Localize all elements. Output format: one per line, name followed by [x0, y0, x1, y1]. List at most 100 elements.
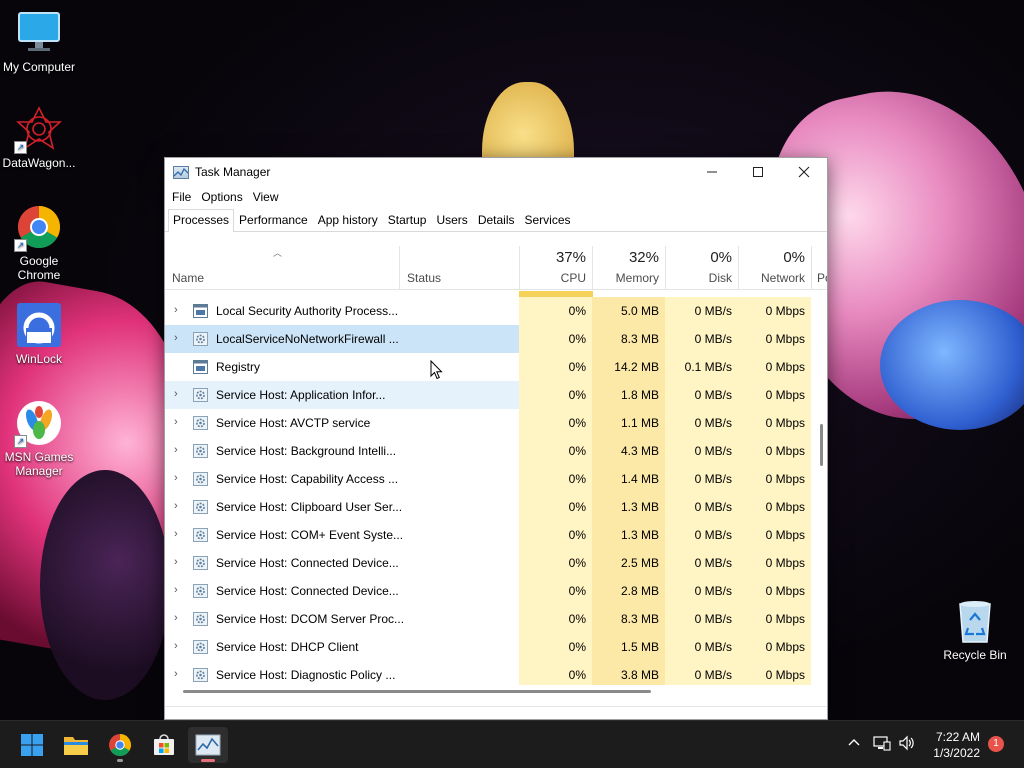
column-header-status[interactable]: Status	[399, 246, 519, 290]
table-row[interactable]: › Service Host: Capability Access ... 0%…	[165, 465, 813, 493]
chevron-right-icon[interactable]: ›	[174, 388, 178, 400]
folder-icon	[64, 737, 88, 755]
desktop-icon-recycle-bin[interactable]: Recycle Bin	[936, 598, 1014, 662]
chevron-right-icon[interactable]: ›	[174, 304, 178, 316]
tab-details[interactable]: Details	[473, 209, 520, 231]
taskbar-task-manager[interactable]	[188, 727, 228, 763]
table-row[interactable]: › Service Host: Background Intelli... 0%…	[165, 437, 813, 465]
process-list[interactable]: › Local Security Authority Process... 0%…	[165, 291, 813, 685]
memory-cell: 1.1 MB	[592, 409, 665, 437]
tab-startup[interactable]: Startup	[383, 209, 432, 231]
minimize-button[interactable]	[689, 158, 735, 186]
chevron-right-icon[interactable]: ›	[174, 640, 178, 652]
network-icon	[873, 736, 891, 751]
table-row[interactable]: › Service Host: Connected Device... 0% 2…	[165, 577, 813, 605]
start-button[interactable]	[12, 727, 52, 763]
taskbar-store[interactable]	[144, 727, 184, 763]
chevron-right-icon[interactable]: ›	[174, 668, 178, 680]
desktop-icon-my-computer[interactable]: My Computer	[0, 10, 78, 74]
table-row[interactable]: › Service Host: Clipboard User Ser... 0%…	[165, 493, 813, 521]
network-cell: 0 Mbps	[738, 353, 811, 381]
network-cell: 0 Mbps	[738, 437, 811, 465]
chevron-right-icon[interactable]: ›	[174, 416, 178, 428]
chevron-up-icon	[848, 739, 860, 746]
table-row[interactable]: › Service Host: Connected Device... 0% 2…	[165, 549, 813, 577]
process-name: Service Host: Connected Device...	[216, 584, 399, 598]
network-cell: 0 Mbps	[738, 465, 811, 493]
disk-cell: 0 MB/s	[665, 437, 738, 465]
maximize-button[interactable]	[735, 158, 781, 186]
column-header-power[interactable]: Po	[811, 246, 827, 290]
chevron-right-icon[interactable]: ›	[174, 612, 178, 624]
volume-icon	[899, 735, 914, 751]
process-name: Service Host: Capability Access ...	[216, 472, 399, 486]
volume-tray-button[interactable]	[898, 735, 916, 754]
table-row[interactable]: Registry 0% 14.2 MB 0.1 MB/s 0 Mbps	[165, 353, 813, 381]
memory-cell: 4.3 MB	[592, 437, 665, 465]
tab-users[interactable]: Users	[431, 209, 472, 231]
chevron-right-icon[interactable]: ›	[174, 528, 178, 540]
column-header-memory[interactable]: 32% Memory	[592, 246, 665, 290]
window-footer	[165, 706, 827, 719]
column-header-network[interactable]: 0% Network	[738, 246, 811, 290]
network-cell: 0 Mbps	[738, 549, 811, 577]
tab-performance[interactable]: Performance	[234, 209, 313, 231]
gear-icon	[193, 332, 208, 346]
clock-button[interactable]: 7:22 AM 1/3/2022	[933, 729, 980, 761]
chevron-right-icon[interactable]: ›	[174, 472, 178, 484]
table-row[interactable]: › Service Host: DCOM Server Proc... 0% 8…	[165, 605, 813, 633]
chevron-right-icon[interactable]: ›	[174, 556, 178, 568]
chevron-right-icon[interactable]: ›	[174, 332, 178, 344]
sort-ascending-icon: ︿	[273, 248, 283, 258]
show-hidden-icons-button[interactable]	[846, 735, 862, 754]
vertical-scrollbar[interactable]	[817, 291, 823, 685]
network-tray-button[interactable]	[873, 735, 891, 754]
vertical-scrollbar-thumb[interactable]	[820, 424, 823, 466]
gear-icon	[193, 528, 208, 542]
desktop-icon-google-chrome[interactable]: ↗ Google Chrome	[0, 204, 78, 282]
desktop-icon-winlock[interactable]: WinLock	[0, 302, 78, 366]
table-row[interactable]: › Service Host: COM+ Event Syste... 0% 1…	[165, 521, 813, 549]
table-row[interactable]: › Local Security Authority Process... 0%…	[165, 297, 813, 325]
chevron-right-icon[interactable]: ›	[174, 444, 178, 456]
chevron-right-icon[interactable]: ›	[174, 500, 178, 512]
chevron-right-icon[interactable]: ›	[174, 584, 178, 596]
memory-cell: 2.8 MB	[592, 577, 665, 605]
notification-badge[interactable]: 1	[988, 736, 1004, 752]
table-row[interactable]: › Service Host: DHCP Client 0% 1.5 MB 0 …	[165, 633, 813, 661]
menu-file[interactable]: File	[167, 190, 196, 204]
column-header-name[interactable]: ︿ Name	[165, 246, 399, 290]
task-manager-window[interactable]: Task Manager File Options View Processes…	[164, 157, 828, 720]
desktop-icon-msn-games[interactable]: ↗ MSN Games Manager	[0, 400, 78, 478]
disk-cell: 0 MB/s	[665, 577, 738, 605]
table-row[interactable]: › Service Host: AVCTP service 0% 1.1 MB …	[165, 409, 813, 437]
column-header-cpu[interactable]: 37% CPU	[519, 246, 592, 290]
desktop-icon-datawagon[interactable]: ↗ DataWagon...	[0, 106, 78, 170]
taskbar-chrome[interactable]	[100, 727, 140, 763]
tab-strip: Processes Performance App history Startu…	[165, 208, 827, 232]
menu-options[interactable]: Options	[196, 190, 247, 204]
tab-processes[interactable]: Processes	[168, 209, 235, 232]
horizontal-scrollbar-thumb[interactable]	[183, 690, 651, 693]
process-name: Service Host: Connected Device...	[216, 556, 399, 570]
tab-services[interactable]: Services	[520, 209, 576, 231]
tab-app-history[interactable]: App history	[313, 209, 383, 231]
desktop-icon-label: Google Chrome	[17, 254, 61, 282]
close-button[interactable]	[781, 158, 827, 186]
gear-icon	[193, 668, 208, 682]
disk-cell: 0 MB/s	[665, 661, 738, 685]
menu-view[interactable]: View	[248, 190, 284, 204]
title-bar[interactable]: Task Manager	[165, 158, 827, 186]
network-cell: 0 Mbps	[738, 325, 811, 353]
table-row-selected[interactable]: › LocalServiceNoNetworkFirewall ... 0% 8…	[165, 325, 813, 353]
cpu-cell: 0%	[519, 493, 592, 521]
taskbar-file-explorer[interactable]	[56, 727, 96, 763]
cpu-cell: 0%	[519, 465, 592, 493]
table-row[interactable]: › Service Host: Diagnostic Policy ... 0%…	[165, 661, 813, 685]
table-row-hover[interactable]: › Service Host: Application Infor... 0% …	[165, 381, 813, 409]
column-header-disk[interactable]: 0% Disk	[665, 246, 738, 290]
desktop-icon-label: DataWagon...	[2, 156, 76, 170]
cpu-cell: 0%	[519, 633, 592, 661]
running-indicator	[117, 759, 123, 762]
recycle-bin-icon	[952, 598, 998, 644]
